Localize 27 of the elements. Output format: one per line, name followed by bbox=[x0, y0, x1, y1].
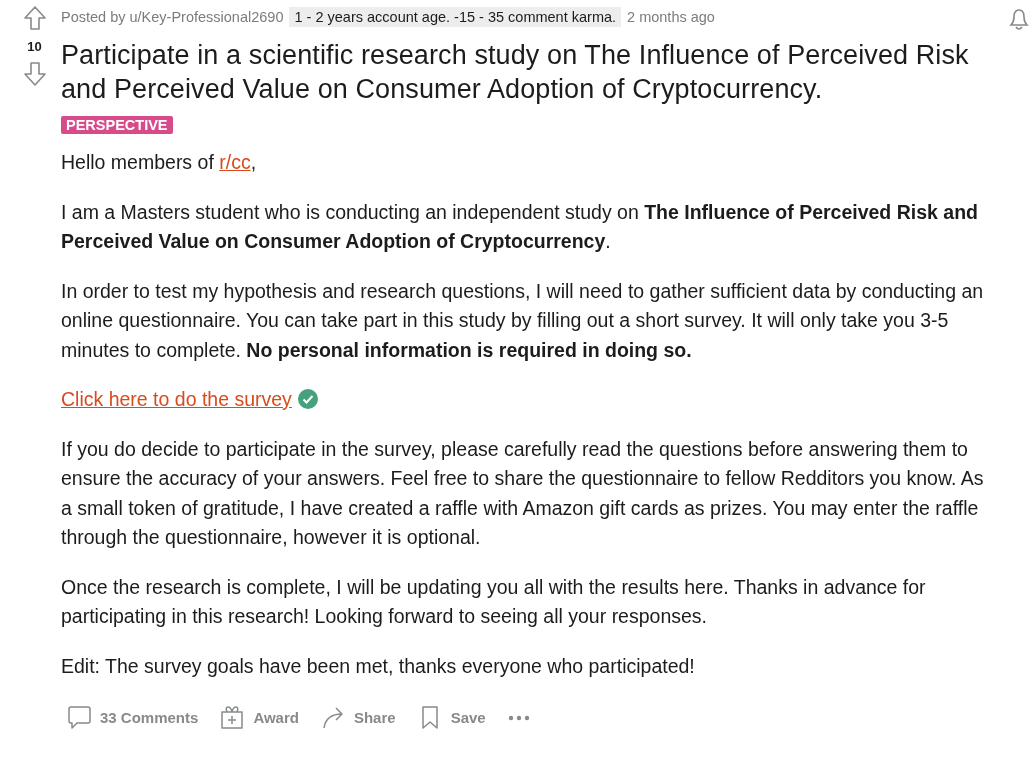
paragraph: Once the research is complete, I will be updating you all with the results here. Thanks in advance for participating in this research! Looking forward to seeing all your responses. bbox=[61, 574, 927, 629]
notification-bell-icon[interactable] bbox=[1006, 6, 1032, 32]
comment-icon bbox=[67, 705, 92, 730]
post-flair[interactable]: PERSPECTIVE bbox=[61, 116, 173, 134]
gift-icon bbox=[220, 705, 246, 730]
user-flair: 1 - 2 years account age. -15 - 35 comment karma. bbox=[289, 7, 622, 27]
downvote-icon[interactable] bbox=[23, 62, 46, 86]
paragraph-text: , bbox=[250, 151, 257, 173]
paragraph: In order to test my hypothesis and research questions, I will need to gather sufficient data by conducting an online questionnaire. You can take part in this study by filling out a short survey. It will only take you 3-5 minutes to complete. No personal information is required in doing so. bbox=[61, 278, 985, 363]
text-link[interactable]: r/cc bbox=[219, 151, 251, 173]
share-button[interactable]: Share bbox=[314, 701, 402, 734]
award-button[interactable]: Award bbox=[214, 701, 305, 734]
post-title: Participate in a scientific research study on The Influence of Perceived Risk and Perceived Value on Consumer Adoption of Cryptocurrency. bbox=[61, 39, 970, 106]
check-icon bbox=[297, 389, 318, 409]
save-button[interactable]: Save bbox=[411, 701, 492, 734]
paragraph: Edit: The survey goals have been met, thanks everyone who participated! bbox=[61, 653, 696, 679]
vote-count: 10 bbox=[27, 40, 42, 54]
post-time: 2 months ago bbox=[627, 9, 715, 25]
comments-button[interactable]: 33 Comments bbox=[61, 701, 205, 734]
post-author[interactable]: Posted by u/Key-Professional2690 bbox=[61, 9, 284, 25]
text-link[interactable]: Click here to do the survey bbox=[61, 388, 292, 410]
paragraph: If you do decide to participate in the survey, please carefully read the questions before answering them to ensure the accuracy of your answers. Feel free to share the questionnaire to fellow Redditors you know. As a small token of gratitude, I have created a raffle with Amazon gift cards as prizes. You may enter the raffle through the questionnaire, however it is optional. bbox=[61, 436, 985, 550]
upvote-icon[interactable] bbox=[23, 6, 46, 30]
more-options-icon[interactable] bbox=[507, 714, 530, 721]
paragraph: I am a Masters student who is conducting an independent study on The Influence of Perceived Risk and Perceived Value on Consumer Adoption of Cryptocurrency. bbox=[61, 199, 979, 254]
paragraph-text: Hello members of bbox=[61, 151, 215, 173]
share-arrow-icon bbox=[320, 705, 346, 730]
